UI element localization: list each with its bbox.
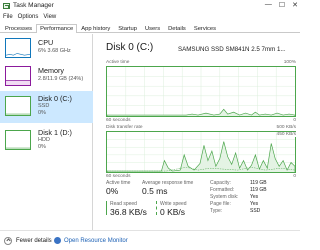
transfer-rate-graph xyxy=(106,131,296,173)
resource-monitor-icon xyxy=(54,237,61,244)
write-speed-value: 0 KB/s xyxy=(160,207,186,217)
task-manager-window: Task Manager — ☐ ✕ File Options View Pro… xyxy=(0,0,300,250)
transfer-rate-graph-left: 60 seconds xyxy=(106,174,131,179)
property-value: SSD xyxy=(250,208,261,214)
active-time-value: 0% xyxy=(106,186,119,196)
tab-processes[interactable]: Processes xyxy=(1,24,36,33)
menu-file[interactable]: File xyxy=(3,14,13,23)
transfer-rate-graph-label: Disk transfer rate xyxy=(106,125,143,130)
close-button[interactable]: ✕ xyxy=(292,1,298,9)
menu-bar: File Options View xyxy=(0,14,56,23)
property-key: Page file: xyxy=(210,201,231,207)
cpu-thumbnail-graph xyxy=(5,38,31,58)
maximize-button[interactable]: ☐ xyxy=(279,1,285,9)
property-type: Type: SSD xyxy=(210,208,300,215)
read-speed-value: 36.8 KB/s xyxy=(110,207,147,217)
page-title: Disk 0 (C:) xyxy=(106,42,154,53)
property-system-disk: System disk: Yes xyxy=(210,194,300,201)
sidebar-label-memory: Memory xyxy=(38,66,64,75)
sidebar-sub-disk-1-type: HDD xyxy=(38,137,50,143)
disk-detail-panel: Disk 0 (C:) SAMSUNG SSD SM841N 2.5 7mm 1… xyxy=(94,34,300,230)
disk-1-thumbnail-graph xyxy=(5,130,31,150)
tab-details[interactable]: Details xyxy=(164,24,190,33)
sidebar-item-cpu[interactable]: CPU 6% 3.68 GHz xyxy=(0,35,93,62)
performance-sidebar: CPU 6% 3.68 GHz Memory 2.8/11.9 GB (24%)… xyxy=(0,34,93,230)
write-speed-indicator xyxy=(156,201,157,215)
disk-stats: Active time 0% Average response time 0.5… xyxy=(106,180,296,230)
window-title: Task Manager xyxy=(13,2,54,9)
disk-model: SAMSUNG SSD SM841N 2.5 7mm 1... xyxy=(178,46,286,53)
sidebar-sub-memory: 2.8/11.9 GB (24%) xyxy=(38,76,84,82)
menu-view[interactable]: View xyxy=(43,14,56,23)
sidebar-sub-cpu: 6% 3.68 GHz xyxy=(38,48,71,54)
sidebar-sub-disk-0-type: SSD xyxy=(38,103,50,109)
sidebar-sub-disk-1-usage: 0% xyxy=(38,144,46,150)
transfer-rate-graph-mid: 450 KB/s xyxy=(276,132,296,137)
tab-bar: Processes Performance App history Startu… xyxy=(0,24,300,33)
tab-users[interactable]: Users xyxy=(141,24,164,33)
active-time-graph-label: Active time xyxy=(106,60,130,65)
sidebar-item-disk-0[interactable]: Disk 0 (C:) SSD 0% xyxy=(0,91,93,123)
tab-services[interactable]: Services xyxy=(190,24,220,33)
footer: Fewer details Open Resource Monitor xyxy=(0,230,300,250)
property-value: Yes xyxy=(250,201,259,207)
property-key: System disk: xyxy=(210,194,239,200)
transfer-rate-graph-right: 0 xyxy=(293,174,296,179)
window-controls: — ☐ ✕ xyxy=(265,1,298,9)
menu-options[interactable]: Options xyxy=(18,14,39,23)
task-manager-icon xyxy=(3,3,10,9)
property-value: 119 GB xyxy=(250,187,267,193)
tab-performance[interactable]: Performance xyxy=(36,24,78,33)
property-key: Type: xyxy=(210,208,223,214)
property-page-file: Page file: Yes xyxy=(210,201,300,208)
active-time-graph-max: 100% xyxy=(283,60,296,65)
tab-startup[interactable]: Startup xyxy=(114,24,141,33)
tab-app-history[interactable]: App history xyxy=(77,24,114,33)
minimize-button[interactable]: — xyxy=(265,1,272,9)
sidebar-sub-disk-0-usage: 0% xyxy=(38,110,46,116)
memory-thumbnail-graph xyxy=(5,66,31,86)
fewer-details-link[interactable]: Fewer details xyxy=(16,238,52,244)
property-value: 119 GB xyxy=(250,180,267,186)
response-time-value: 0.5 ms xyxy=(142,186,168,196)
collapse-icon[interactable] xyxy=(4,237,12,245)
sidebar-label-disk-0: Disk 0 (C:) xyxy=(38,94,72,103)
active-time-graph xyxy=(106,66,296,117)
sidebar-label-cpu: CPU xyxy=(38,38,54,47)
title-bar: Task Manager — ☐ ✕ xyxy=(0,0,300,13)
active-time-graph-left: 60 seconds xyxy=(106,118,131,123)
property-value: Yes xyxy=(250,194,259,200)
active-time-graph-right: 0 xyxy=(293,118,296,123)
transfer-rate-graph-max: 500 KB/s xyxy=(276,125,296,130)
sidebar-item-memory[interactable]: Memory 2.8/11.9 GB (24%) xyxy=(0,63,93,90)
sidebar-item-disk-1[interactable]: Disk 1 (D:) HDD 0% xyxy=(0,125,93,157)
read-speed-indicator xyxy=(106,201,107,215)
property-capacity: Capacity: 119 GB xyxy=(210,180,300,187)
property-formatted: Formatted: 119 GB xyxy=(210,187,300,194)
property-key: Capacity: xyxy=(210,180,231,186)
sidebar-label-disk-1: Disk 1 (D:) xyxy=(38,128,72,137)
open-resource-monitor-link[interactable]: Open Resource Monitor xyxy=(64,238,128,244)
disk-0-thumbnail-graph xyxy=(5,96,31,116)
property-key: Formatted: xyxy=(210,187,235,193)
